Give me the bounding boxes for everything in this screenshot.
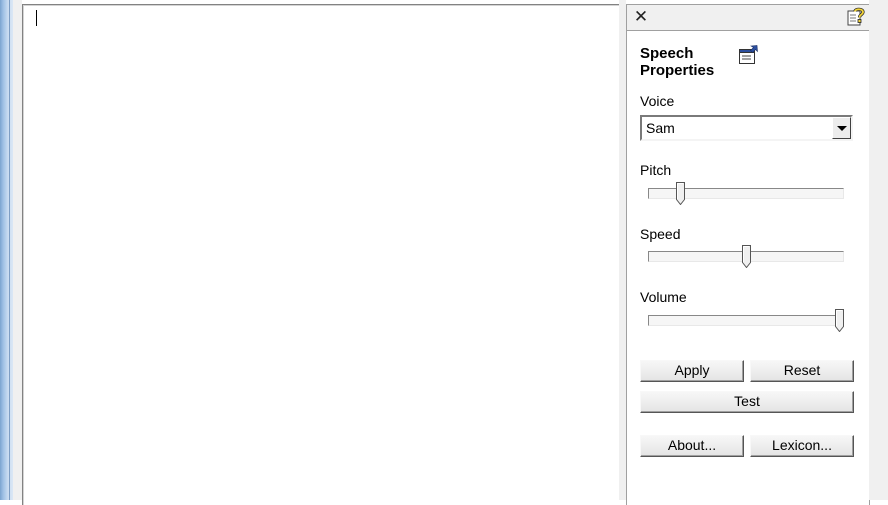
pane-header: ✕ [627, 5, 869, 31]
close-icon[interactable]: ✕ [633, 7, 649, 27]
volume-slider[interactable] [648, 315, 844, 326]
pitch-label: Pitch [640, 162, 672, 178]
voice-select[interactable]: Sam [640, 115, 853, 141]
test-button[interactable]: Test [640, 391, 854, 413]
about-button[interactable]: About... [640, 435, 744, 457]
apply-button[interactable]: Apply [640, 360, 744, 382]
voice-selected-value: Sam [646, 120, 675, 136]
window-frame-line [9, 0, 10, 500]
pane-title: Speech Properties [640, 45, 715, 79]
window-frame-right [869, 0, 888, 500]
properties-icon[interactable] [738, 44, 762, 66]
window-frame-left [0, 0, 13, 500]
voice-label: Voice [640, 93, 675, 109]
text-caret [36, 10, 37, 26]
window-frame-gap [13, 0, 22, 500]
volume-label: Volume [640, 289, 687, 305]
volume-slider-thumb[interactable] [835, 309, 844, 333]
pane-splitter[interactable] [619, 0, 626, 500]
reset-button[interactable]: Reset [750, 360, 854, 382]
help-icon[interactable] [846, 7, 866, 27]
chevron-down-icon [837, 126, 847, 131]
speed-label: Speed [640, 226, 681, 242]
text-editor[interactable] [22, 4, 619, 505]
pitch-slider-thumb[interactable] [676, 182, 686, 206]
lexicon-button[interactable]: Lexicon... [750, 435, 854, 457]
speed-slider-thumb[interactable] [741, 245, 751, 269]
speech-properties-pane: ✕ Speech Properties Voice Sam Pitch Spee… [626, 4, 870, 505]
voice-dropdown-button[interactable] [832, 117, 851, 139]
